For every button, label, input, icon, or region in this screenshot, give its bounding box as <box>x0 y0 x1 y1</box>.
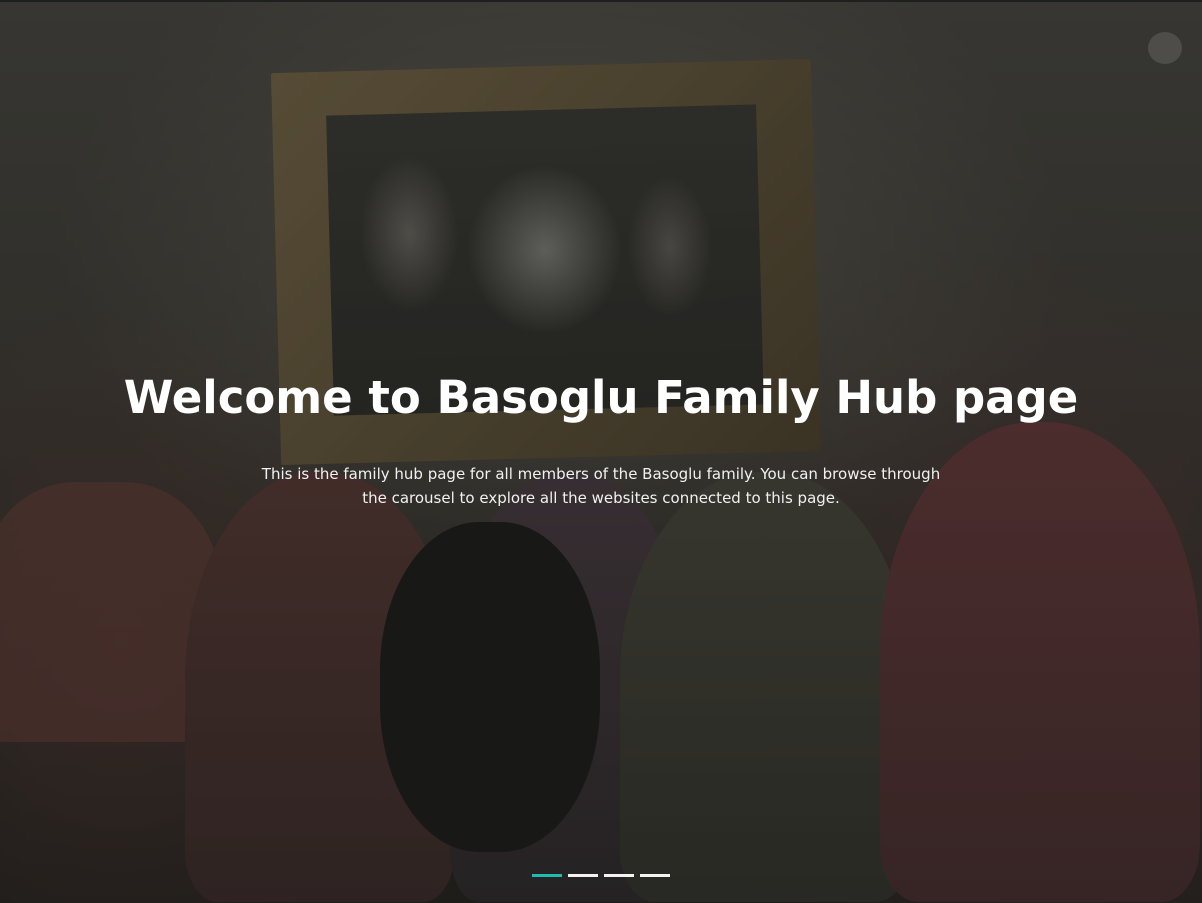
carousel-indicator-2[interactable] <box>568 874 598 877</box>
carousel-caption: Welcome to Basoglu Family Hub page This … <box>0 370 1202 510</box>
carousel-indicators <box>0 874 1202 877</box>
carousel-indicator-1[interactable] <box>532 874 562 877</box>
carousel-slide: Welcome to Basoglu Family Hub page This … <box>0 0 1202 903</box>
carousel-indicator-4[interactable] <box>640 874 670 877</box>
carousel-indicator-3[interactable] <box>604 874 634 877</box>
corner-toggle-button[interactable] <box>1148 32 1182 64</box>
hero-subtitle: This is the family hub page for all memb… <box>261 465 941 507</box>
hero-title: Welcome to Basoglu Family Hub page <box>123 371 1079 424</box>
